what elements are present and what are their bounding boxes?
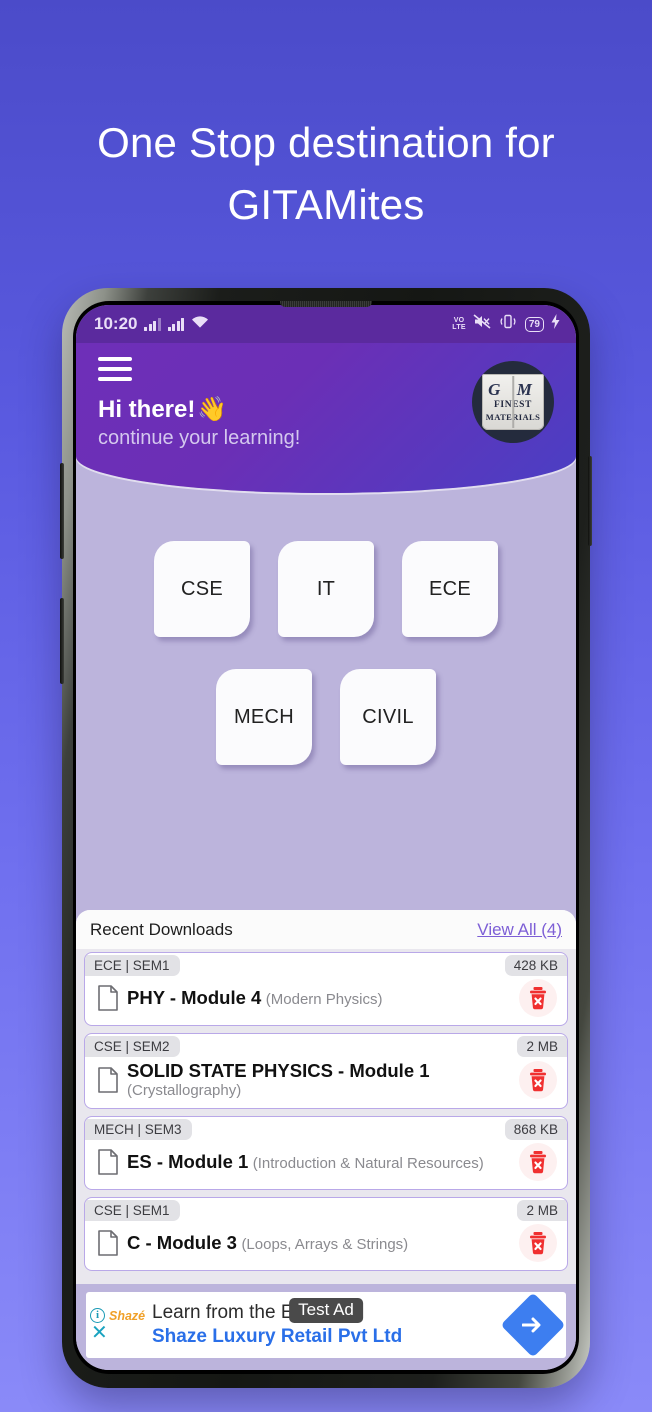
power-button[interactable] (588, 456, 592, 546)
download-item-subtitle: (Crystallography) (127, 1082, 242, 1099)
download-item-name: PHY - Module 4 (127, 987, 262, 1008)
battery-icon: 79 (524, 316, 544, 332)
download-item-subtitle: (Loops, Arrays & Strings) (241, 1236, 409, 1253)
signal-bars-icon-sim2 (167, 317, 185, 331)
file-size-chip: 428 KB (504, 954, 567, 976)
ad-controls: i Shazé ✕ (86, 1292, 152, 1358)
dept-card-ece[interactable]: ECE (402, 541, 498, 637)
dept-card-mech[interactable]: MECH (216, 669, 312, 765)
logo-line-1: G M (488, 380, 538, 400)
volume-up-button[interactable] (60, 463, 64, 559)
view-all-link[interactable]: View All (4) (477, 920, 562, 940)
waving-hand-icon: 👋 (197, 396, 228, 423)
phone-mockup: 10:20 VO LTE 79 Hi there! 👋 continue you… (60, 288, 592, 1388)
department-row-2: MECH CIVIL (104, 669, 548, 765)
download-item-meta: CSE | SEM2 2 MB (85, 1034, 567, 1058)
app-header: Hi there! 👋 continue your learning! G M … (76, 343, 576, 493)
logo-line-3: MATERIALS (485, 412, 541, 423)
file-size-chip: 868 KB (504, 1118, 567, 1140)
ad-close-icon[interactable]: ✕ (91, 1323, 108, 1343)
download-item-subtitle: (Introduction & Natural Resources) (252, 1155, 484, 1172)
volume-down-button[interactable] (60, 598, 64, 684)
open-book-icon: G M FINEST MATERIALS (482, 374, 544, 430)
download-item[interactable]: CSE | SEM2 2 MB SOLID STATE PHYSICS - Mo… (84, 1033, 568, 1109)
branch-sem-chip: CSE | SEM2 (85, 1035, 180, 1057)
file-size-chip: 2 MB (517, 1199, 567, 1221)
ad-advertiser: Shaze Luxury Retail Pvt Ltd (152, 1325, 403, 1347)
branch-sem-chip: ECE | SEM1 (85, 954, 180, 976)
delete-button[interactable] (519, 1143, 557, 1181)
mute-icon (473, 314, 491, 334)
delete-button[interactable] (519, 1061, 557, 1099)
promo-line-2: GITAMites (227, 181, 425, 229)
download-item-meta: MECH | SEM3 868 KB (85, 1117, 567, 1141)
earpiece-speaker-icon (280, 301, 372, 307)
dept-card-civil[interactable]: CIVIL (340, 669, 436, 765)
download-item-subtitle: (Modern Physics) (265, 991, 383, 1008)
download-item-meta: ECE | SEM1 428 KB (85, 953, 567, 977)
promo-headline: One Stop destination for GITAMites (0, 112, 652, 236)
ad-banner-area: i Shazé ✕ Learn from the Experts Shaze L… (76, 1284, 576, 1370)
ad-cta-arrow-icon[interactable] (500, 1292, 566, 1358)
document-icon (97, 1067, 119, 1093)
ad-info-icon[interactable]: i (90, 1308, 105, 1323)
download-item-name: C - Module 3 (127, 1232, 237, 1253)
ad-brand-logo: Shazé (109, 1308, 146, 1323)
vibrate-icon (498, 314, 518, 334)
recent-downloads-section: Recent Downloads View All (4) ECE | SEM1… (76, 910, 576, 1284)
hamburger-menu-icon[interactable] (98, 357, 132, 381)
download-item[interactable]: MECH | SEM3 868 KB ES - Module 1 (Introd… (84, 1116, 568, 1190)
ad-banner[interactable]: i Shazé ✕ Learn from the Experts Shaze L… (86, 1292, 566, 1358)
charging-bolt-icon (551, 314, 560, 334)
department-grid: CSE IT ECE MECH CIVIL (76, 493, 576, 910)
volte-icon: VO LTE (452, 316, 466, 332)
recent-downloads-header: Recent Downloads View All (4) (76, 910, 576, 949)
document-icon (97, 1149, 119, 1175)
download-item-meta: CSE | SEM1 2 MB (85, 1198, 567, 1222)
status-bar: 10:20 VO LTE 79 (76, 305, 576, 343)
download-item-name: ES - Module 1 (127, 1151, 249, 1172)
branch-sem-chip: MECH | SEM3 (85, 1118, 192, 1140)
signal-bars-icon-sim1 (144, 317, 161, 331)
file-size-chip: 2 MB (517, 1035, 567, 1057)
dept-card-cse[interactable]: CSE (154, 541, 250, 637)
recent-downloads-title: Recent Downloads (90, 920, 233, 939)
phone-bezel: 10:20 VO LTE 79 Hi there! 👋 continue you… (73, 301, 579, 1374)
download-item[interactable]: CSE | SEM1 2 MB C - Module 3 (Loops, Arr… (84, 1197, 568, 1271)
wifi-icon (191, 314, 209, 334)
document-icon (97, 1230, 119, 1256)
branch-sem-chip: CSE | SEM1 (85, 1199, 180, 1221)
phone-screen: 10:20 VO LTE 79 Hi there! 👋 continue you… (76, 305, 576, 1370)
greeting-text: Hi there! (98, 395, 196, 423)
delete-button[interactable] (519, 979, 557, 1017)
download-item[interactable]: ECE | SEM1 428 KB PHY - Module 4 (Modern… (84, 952, 568, 1026)
app-logo[interactable]: G M FINEST MATERIALS (472, 361, 554, 443)
download-item-name: SOLID STATE PHYSICS - Module 1 (127, 1060, 430, 1081)
dept-card-it[interactable]: IT (278, 541, 374, 637)
delete-button[interactable] (519, 1224, 557, 1262)
status-time: 10:20 (94, 314, 138, 333)
download-list: ECE | SEM1 428 KB PHY - Module 4 (Modern… (76, 949, 576, 1284)
test-ad-badge: Test Ad (289, 1298, 363, 1323)
document-icon (97, 985, 119, 1011)
logo-line-2: FINEST (494, 400, 532, 411)
department-row-1: CSE IT ECE (104, 541, 548, 637)
promo-line-1: One Stop destination for (97, 119, 555, 166)
